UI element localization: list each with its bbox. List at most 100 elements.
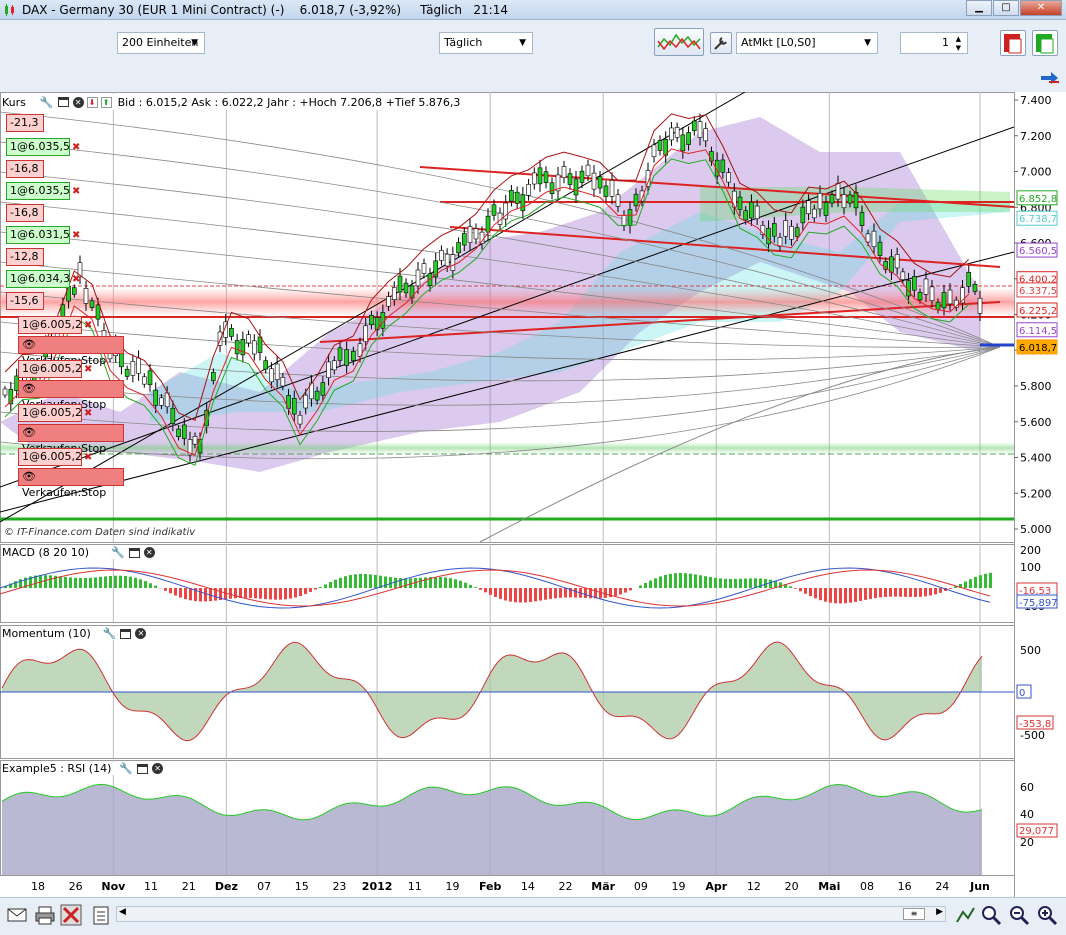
window-icon[interactable] xyxy=(120,628,132,639)
scroll-thumb[interactable]: ≡ xyxy=(903,908,925,920)
macd-histogram-bar xyxy=(94,577,97,588)
order-position[interactable]: 1@6.031,5 xyxy=(6,226,70,244)
buy-button[interactable] xyxy=(1032,30,1058,56)
stop-order-price[interactable]: 1@6.005,2 xyxy=(18,404,82,422)
candle-body xyxy=(251,340,257,355)
remove-order-icon[interactable]: ✖ xyxy=(72,274,80,285)
macd-histogram-bar xyxy=(89,577,92,588)
stop-order-action[interactable]: 👁 Verkaufen:Stop xyxy=(18,336,124,367)
window-icon[interactable] xyxy=(128,547,140,558)
order-position[interactable]: 1@6.035,5 xyxy=(6,138,70,156)
macd-histogram-bar xyxy=(804,588,807,594)
wrench-icon[interactable]: 🔧 xyxy=(111,546,125,559)
macd-histogram-bar xyxy=(384,576,387,588)
remove-order-icon[interactable]: ✖ xyxy=(84,452,92,463)
interval-select-value: Täglich xyxy=(444,36,483,49)
stop-order-price[interactable]: 1@6.005,2 xyxy=(18,448,82,466)
eye-icon: 👁 xyxy=(22,426,36,439)
macd-histogram-bar xyxy=(649,580,652,588)
macd-histogram-bar xyxy=(539,588,542,601)
close-panel-icon[interactable]: ✕ xyxy=(143,547,155,558)
candle-body xyxy=(806,200,811,214)
candle-body xyxy=(603,185,609,197)
quantity-stepper[interactable]: 1 ▲ ▼ xyxy=(900,32,968,54)
maximize-button[interactable]: □ xyxy=(993,0,1019,16)
remove-order-icon[interactable]: ✖ xyxy=(84,364,92,375)
macd-histogram-bar xyxy=(614,588,617,596)
zoom-fit-icon[interactable] xyxy=(980,904,1002,926)
stop-order-action[interactable]: 👁 Verkaufen:Stop xyxy=(18,468,124,499)
wrench-icon[interactable]: 🔧 xyxy=(103,627,117,640)
stop-order-price[interactable]: 1@6.005,2 xyxy=(18,360,82,378)
order-position[interactable]: 1@6.034,3 xyxy=(6,270,70,288)
macd-histogram-bar xyxy=(169,588,172,594)
macd-histogram-bar xyxy=(139,579,142,588)
print-icon[interactable] xyxy=(34,904,56,926)
order-type-select[interactable]: AtMkt [L0,S0] ▼ xyxy=(736,32,878,54)
indicator-button[interactable] xyxy=(654,28,704,56)
scroll-left-icon[interactable]: ◀ xyxy=(119,907,126,917)
macd-histogram-bar xyxy=(294,588,297,598)
order-position[interactable]: 1@6.035,5 xyxy=(6,182,70,200)
refresh-arrows-icon[interactable] xyxy=(1038,68,1062,88)
candle-body xyxy=(450,254,456,271)
zoom-in-icon[interactable] xyxy=(1036,904,1058,926)
units-select[interactable]: 200 Einheiten ▼ xyxy=(117,32,205,54)
candle-body xyxy=(136,357,141,374)
remove-order-icon[interactable]: ✖ xyxy=(72,186,80,197)
disconnect-icon[interactable] xyxy=(60,904,82,926)
candle-body xyxy=(561,166,567,178)
scroll-right-icon[interactable]: ▶ xyxy=(936,907,943,917)
wrench-icon[interactable]: 🔧 xyxy=(119,762,133,775)
x-axis-label: 16 xyxy=(898,880,912,893)
mail-icon[interactable] xyxy=(6,904,28,926)
interval-select[interactable]: Täglich ▼ xyxy=(439,32,533,54)
macd-histogram-bar xyxy=(809,588,812,597)
x-axis-label: 07 xyxy=(257,880,271,893)
close-panel-icon[interactable]: ✕ xyxy=(152,763,164,774)
stop-order-price[interactable]: 1@6.005,2 xyxy=(18,316,82,334)
macd-histogram-bar xyxy=(659,576,662,588)
chart-canvas[interactable]: 18 26 Nov 11 21 Dez 07 15 23 2012 11 19 Feb 14 22 Mär 09… xyxy=(0,91,1066,898)
macd-tag: -75,897 xyxy=(1019,598,1058,609)
remove-order-icon[interactable]: ✖ xyxy=(72,230,80,241)
momentum-area xyxy=(2,642,982,741)
candle-body xyxy=(789,226,794,240)
minimize-button[interactable]: ▁ xyxy=(966,0,992,16)
remove-order-icon[interactable]: ✖ xyxy=(72,142,80,153)
status-bar: ◀ ≡ ▶ xyxy=(0,897,1066,935)
close-button[interactable]: ✕ xyxy=(1020,0,1062,16)
candle-body xyxy=(929,286,935,301)
candle-body xyxy=(83,288,89,304)
macd-histogram-bar xyxy=(829,588,832,603)
remove-order-icon[interactable]: ✖ xyxy=(84,320,92,331)
order-settings-button[interactable] xyxy=(710,32,732,54)
macd-histogram-bar xyxy=(814,588,817,599)
horizontal-scrollbar[interactable]: ◀ ≡ ▶ xyxy=(116,906,946,922)
candle-body xyxy=(320,382,326,396)
close-panel-icon[interactable]: ✕ xyxy=(135,628,147,639)
arrow-down-icon[interactable]: ⬇ xyxy=(86,96,98,108)
macd-histogram-bar xyxy=(449,578,452,588)
sell-button[interactable] xyxy=(1000,30,1026,56)
window-icon[interactable] xyxy=(57,97,69,107)
candle-body xyxy=(415,269,421,287)
candle-body xyxy=(297,414,303,425)
zoom-out-icon[interactable] xyxy=(1008,904,1030,926)
candle-body xyxy=(726,172,731,183)
macd-histogram-bar xyxy=(204,588,207,602)
close-panel-icon[interactable]: ✕ xyxy=(72,96,84,108)
window-icon[interactable] xyxy=(137,763,149,774)
clipboard-icon[interactable] xyxy=(90,904,112,926)
wrench-icon xyxy=(714,37,727,50)
remove-order-icon[interactable]: ✖ xyxy=(84,408,92,419)
wrench-icon[interactable]: 🔧 xyxy=(40,96,54,109)
stop-order-action[interactable]: 👁 Verkaufen:Stop xyxy=(18,380,124,411)
macd-histogram-bar xyxy=(469,584,472,588)
candle-body xyxy=(749,201,754,219)
stop-order-action[interactable]: 👁 Verkaufen:Stop xyxy=(18,424,124,455)
candle-body xyxy=(351,351,356,361)
candle-body xyxy=(841,194,847,209)
chart-tool-icon[interactable] xyxy=(954,904,976,926)
arrow-up-icon[interactable]: ⬆ xyxy=(100,96,112,108)
